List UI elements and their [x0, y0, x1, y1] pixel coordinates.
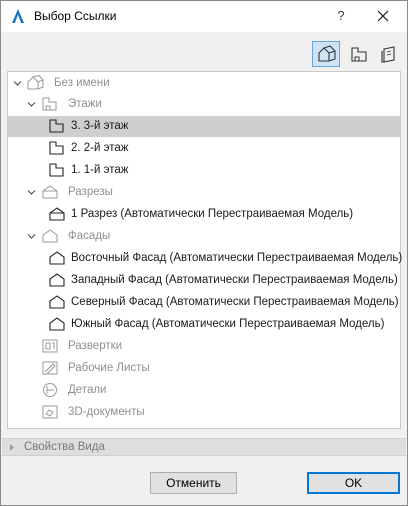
chevron-down-icon[interactable]: [27, 100, 36, 109]
dialog-window: Выбор Ссылки ? Без имени Этажи 3. 3-й эт…: [0, 0, 408, 506]
tree-item-elevation-east[interactable]: Восточный Фасад (Автоматически Перестраи…: [8, 248, 403, 269]
ok-button[interactable]: OK: [307, 472, 400, 494]
story-icon: [49, 163, 64, 177]
project-map-button[interactable]: [312, 41, 340, 67]
tree-item-label: Детали: [68, 384, 107, 396]
help-button[interactable]: ?: [331, 6, 351, 26]
tree-item-label: Фасады: [68, 230, 111, 242]
view-map-icon: [351, 47, 367, 62]
tree-item-label: Южный Фасад (Автоматически Перестраиваем…: [71, 318, 385, 330]
elevation-icon: [49, 317, 65, 331]
tree-item-label: 1. 1-й этаж: [71, 164, 129, 176]
cancel-button[interactable]: Отменить: [150, 472, 237, 494]
view-properties-label: Свойства Вида: [24, 441, 105, 453]
chevron-down-icon[interactable]: [27, 188, 36, 197]
tree-item-label: Развертки: [68, 340, 123, 352]
section-icon: [49, 207, 65, 221]
story-icon: [49, 119, 64, 133]
tree-item-interior-elevations[interactable]: Развертки: [8, 336, 400, 357]
elevations-icon: [42, 229, 58, 243]
tree-item-story-3[interactable]: 3. 3-й этаж: [8, 116, 400, 137]
layout-book-button[interactable]: [374, 41, 402, 67]
window-title: Выбор Ссылки: [34, 9, 117, 23]
tree-item-elevation-west[interactable]: Западный Фасад (Автоматически Перестраив…: [8, 270, 400, 291]
chevron-down-icon[interactable]: [13, 79, 22, 88]
worksheets-icon: [42, 361, 58, 375]
tree-item-label: 2. 2-й этаж: [71, 142, 129, 154]
tree-item-label: Рабочие Листы: [68, 362, 150, 374]
tree-item-elevation-south[interactable]: Южный Фасад (Автоматически Перестраиваем…: [8, 314, 400, 335]
tree-item-label: Разрезы: [68, 186, 113, 198]
tree-item-label: Северный Фасад (Автоматически Перестраив…: [71, 296, 399, 308]
elevation-icon: [49, 273, 65, 287]
dialog-footer: Отменить OK: [2, 461, 406, 505]
project-tree[interactable]: Без имени Этажи 3. 3-й этаж 2. 2-й этаж: [7, 71, 403, 429]
tree-item-details[interactable]: Детали: [8, 380, 400, 401]
tree-item-elevation-north[interactable]: Северный Фасад (Автоматически Перестраив…: [8, 292, 400, 313]
layout-book-icon: [381, 46, 395, 63]
tree-item-label: Этажи: [68, 98, 102, 110]
stories-icon: [42, 97, 57, 111]
3d-documents-icon: [42, 405, 58, 419]
archicad-app-icon: [12, 9, 24, 23]
chevron-down-icon[interactable]: [27, 232, 36, 241]
tree-item-story-1[interactable]: 1. 1-й этаж: [8, 160, 400, 181]
view-map-button[interactable]: [344, 41, 372, 67]
tree-item-3d-documents[interactable]: 3D-документы: [8, 402, 400, 423]
view-properties-panel[interactable]: Свойства Вида: [2, 438, 406, 456]
tree-item-project[interactable]: Без имени: [8, 73, 400, 94]
title-bar: Выбор Ссылки ?: [1, 1, 407, 32]
tree-item-story-2[interactable]: 2. 2-й этаж: [8, 138, 400, 159]
tree-item-label: 3. 3-й этаж: [71, 120, 129, 132]
tree-item-label: Восточный Фасад (Автоматически Перестраи…: [71, 252, 403, 264]
interior-elevations-icon: [42, 339, 58, 353]
chevron-right-icon[interactable]: [8, 443, 16, 452]
tree-item-label: Западный Фасад (Автоматически Перестраив…: [71, 274, 398, 286]
tree-item-worksheets[interactable]: Рабочие Листы: [8, 358, 400, 379]
details-icon: [43, 383, 57, 397]
elevation-icon: [49, 251, 65, 265]
tree-item-label: 1 Разрез (Автоматически Перестраиваемая …: [71, 208, 354, 220]
tree-item-stories[interactable]: Этажи: [8, 94, 400, 115]
sections-icon: [42, 185, 58, 199]
tree-item-label: Без имени: [54, 77, 110, 89]
elevation-icon: [49, 295, 65, 309]
project-map-icon: [318, 45, 336, 62]
project-house-icon: [27, 75, 44, 90]
tree-item-sections[interactable]: Разрезы: [8, 182, 400, 203]
story-icon: [49, 141, 64, 155]
close-icon[interactable]: [373, 6, 393, 26]
tree-item-label: 3D-документы: [68, 406, 145, 418]
tree-item-section-1[interactable]: 1 Разрез (Автоматически Перестраиваемая …: [8, 204, 400, 225]
tree-item-elevations[interactable]: Фасады: [8, 226, 400, 247]
